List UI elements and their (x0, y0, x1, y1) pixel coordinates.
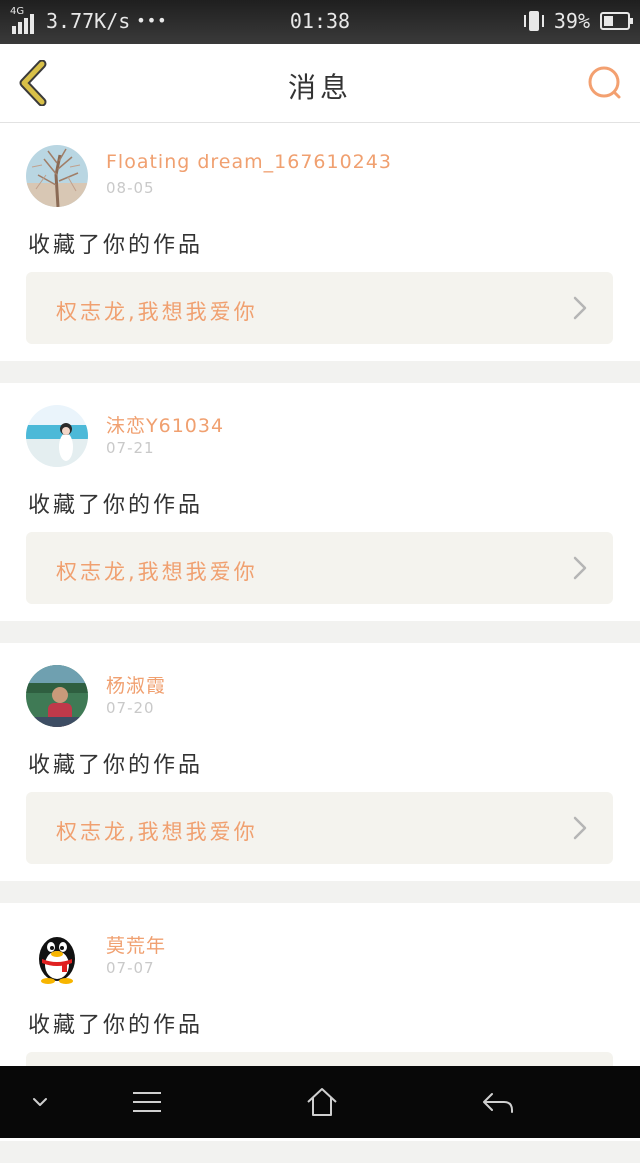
vibrate-icon (523, 9, 544, 33)
message-date: 07-20 (106, 699, 155, 717)
battery-icon (600, 12, 633, 30)
battery-percent: 39% (553, 9, 590, 33)
search-icon (588, 66, 621, 99)
chevron-right-icon (573, 296, 587, 320)
app-header: 消息 (0, 44, 640, 123)
work-link[interactable]: 权志龙,我想我爱你 (26, 792, 613, 864)
avatar-tree-image (26, 145, 88, 207)
chevron-right-icon (573, 556, 587, 580)
message-card: 杨淑霞 07-20 收藏了你的作品 权志龙,我想我爱你 (0, 643, 640, 881)
work-title: 权志龙,我想我爱你 (56, 560, 258, 584)
message-card: 沫恋Y61034 07-21 收藏了你的作品 权志龙,我想我爱你 (0, 383, 640, 621)
avatar-beach-image (26, 405, 88, 467)
avatar-penguin-image (26, 925, 88, 987)
message-action: 收藏了你的作品 (28, 233, 204, 258)
chevron-right-icon (573, 816, 587, 840)
work-title: 权志龙,我想我爱你 (56, 820, 258, 844)
message-action: 收藏了你的作品 (28, 753, 204, 778)
message-card: Floating dream_167610243 08-05 收藏了你的作品 权… (0, 123, 640, 361)
message-list[interactable]: Floating dream_167610243 08-05 收藏了你的作品 权… (0, 123, 640, 1163)
user-name[interactable]: 杨淑霞 (106, 671, 166, 698)
message-action: 收藏了你的作品 (28, 493, 204, 518)
chevron-down-icon[interactable] (30, 1084, 50, 1120)
back-arrow-icon[interactable] (480, 1084, 516, 1120)
user-name[interactable]: Floating dream_167610243 (106, 151, 392, 173)
status-bar: 4G 3.77K/s ••• 01:38 39% (0, 0, 640, 44)
avatar[interactable] (26, 145, 88, 207)
work-link[interactable]: 权志龙,我想我爱你 (26, 272, 613, 344)
user-name[interactable]: 沫恋Y61034 (106, 411, 224, 438)
avatar[interactable] (26, 665, 88, 727)
home-icon[interactable] (304, 1084, 340, 1120)
message-action: 收藏了你的作品 (28, 1013, 204, 1038)
message-date: 08-05 (106, 179, 155, 197)
message-date: 07-07 (106, 959, 155, 977)
status-right: 39% (523, 9, 633, 33)
user-name[interactable]: 莫荒年 (106, 931, 166, 958)
avatar[interactable] (26, 925, 88, 987)
message-date: 07-21 (106, 439, 155, 457)
work-title: 权志龙,我想我爱你 (56, 300, 258, 324)
avatar[interactable] (26, 405, 88, 467)
page-title: 消息 (287, 71, 352, 104)
menu-icon[interactable] (130, 1084, 164, 1120)
work-link[interactable]: 权志龙,我想我爱你 (26, 532, 613, 604)
system-nav-bar (0, 1066, 640, 1138)
search-button[interactable] (586, 64, 624, 102)
avatar-child-image (26, 665, 88, 727)
